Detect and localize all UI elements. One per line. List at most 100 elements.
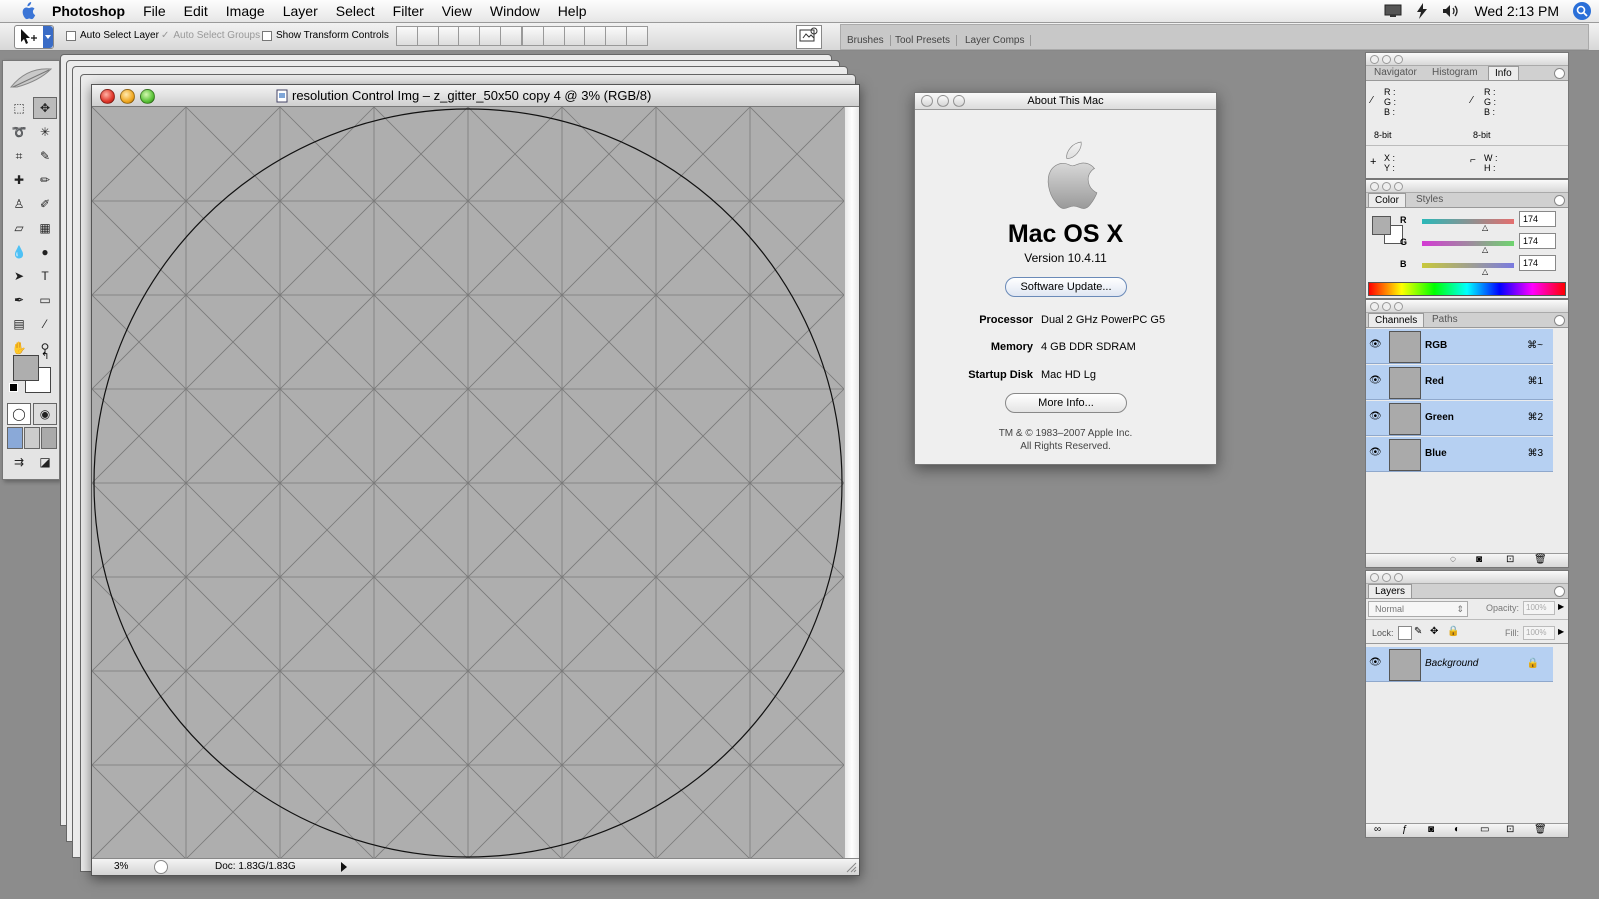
distribute-right-button[interactable] <box>626 26 648 46</box>
menu-edit[interactable]: Edit <box>175 0 217 22</box>
menu-layer[interactable]: Layer <box>274 0 327 22</box>
distribute-left-button[interactable] <box>584 26 606 46</box>
well-tab-layer-comps[interactable]: Layer Comps <box>959 35 1032 46</box>
align-left-button[interactable] <box>458 26 480 46</box>
auto-select-layer-checkbox[interactable]: Auto Select Layer <box>66 30 159 41</box>
resize-grip-icon[interactable] <box>845 861 857 873</box>
menu-select[interactable]: Select <box>327 0 384 22</box>
trash-icon[interactable]: 🗑 <box>1534 824 1547 835</box>
align-bottom-button[interactable] <box>438 26 460 46</box>
pen-tool-icon[interactable]: ✒ <box>7 289 31 311</box>
menu-image[interactable]: Image <box>217 0 274 22</box>
sync-icon[interactable] <box>1416 3 1428 19</box>
crop-tool-icon[interactable]: ⌗ <box>7 145 31 167</box>
palette-titlebar[interactable] <box>1366 53 1568 66</box>
tool-preset-picker[interactable] <box>14 25 54 49</box>
blur-tool-icon[interactable]: 💧 <box>7 241 31 263</box>
auto-select-groups-checkbox[interactable]: ✓ Auto Select Groups <box>161 30 260 41</box>
menu-window[interactable]: Window <box>481 0 549 22</box>
document-proxy-icon[interactable] <box>276 89 288 103</box>
palette-titlebar[interactable] <box>1366 300 1568 313</box>
green-value-input[interactable]: 174 <box>1519 233 1556 249</box>
lock-all-icon[interactable]: 🔒 <box>1447 626 1459 637</box>
version-cue-icon[interactable] <box>154 860 168 874</box>
slider-track[interactable] <box>1422 241 1514 246</box>
palette-menu-icon[interactable] <box>1554 586 1565 597</box>
eye-icon[interactable]: 👁 <box>1369 339 1383 351</box>
document-window[interactable]: resolution Control Img – z_gitter_50x50 … <box>91 84 860 876</box>
palette-menu-icon[interactable] <box>1554 68 1565 79</box>
zoom-button[interactable] <box>1394 573 1403 582</box>
fill-arrow-icon[interactable]: ▶ <box>1558 627 1564 636</box>
tab-color[interactable]: Color <box>1368 193 1406 207</box>
type-tool-icon[interactable]: T <box>33 265 57 287</box>
channel-row-rgb[interactable]: 👁 RGB ⌘~ <box>1366 329 1553 364</box>
palette-titlebar[interactable] <box>1366 571 1568 584</box>
zoom-button[interactable] <box>1394 302 1403 311</box>
menu-help[interactable]: Help <box>549 0 596 22</box>
trash-icon[interactable]: 🗑 <box>1534 554 1547 565</box>
close-button[interactable] <box>1370 55 1379 64</box>
magic-wand-tool-icon[interactable]: ✳ <box>33 121 57 143</box>
eye-icon[interactable]: 👁 <box>1369 657 1383 669</box>
full-screen-menu-icon[interactable] <box>24 427 40 449</box>
slider-thumb-icon[interactable]: △ <box>1482 267 1488 276</box>
menu-file[interactable]: File <box>134 0 175 22</box>
channel-row-blue[interactable]: 👁 Blue ⌘3 <box>1366 437 1553 472</box>
color-ramp[interactable] <box>1368 282 1566 296</box>
distribute-top-button[interactable] <box>522 26 544 46</box>
align-top-button[interactable] <box>396 26 418 46</box>
marquee-tool-icon[interactable]: ⬚ <box>7 97 31 119</box>
checkbox-box[interactable] <box>66 30 76 41</box>
move-tool-icon[interactable]: ✥ <box>33 97 57 119</box>
add-mask-icon[interactable]: ◙ <box>1428 824 1434 835</box>
path-selection-tool-icon[interactable]: ➤ <box>7 265 31 287</box>
menu-app-name[interactable]: Photoshop <box>48 3 134 19</box>
menu-view[interactable]: View <box>433 0 481 22</box>
about-titlebar[interactable]: About This Mac <box>915 93 1216 110</box>
lock-transparency-icon[interactable] <box>1398 626 1412 640</box>
standard-screen-icon[interactable] <box>7 427 23 449</box>
tab-histogram[interactable]: Histogram <box>1432 67 1478 78</box>
well-tab-tool-presets[interactable]: Tool Presets <box>889 35 958 46</box>
slider-track[interactable] <box>1422 219 1514 224</box>
slider-thumb-icon[interactable]: △ <box>1482 245 1488 254</box>
link-layers-icon[interactable]: ∞ <box>1374 824 1381 835</box>
zoom-button[interactable] <box>1394 55 1403 64</box>
spotlight-icon[interactable] <box>1573 2 1591 20</box>
tab-styles[interactable]: Styles <box>1416 194 1443 205</box>
display-icon[interactable] <box>1384 4 1402 18</box>
chevron-down-icon[interactable] <box>43 26 53 48</box>
align-hcenter-button[interactable] <box>479 26 501 46</box>
eye-icon[interactable]: 👁 <box>1369 375 1383 387</box>
blend-mode-select[interactable]: Normal ⇕ <box>1368 601 1468 617</box>
dodge-tool-icon[interactable]: ● <box>33 241 57 263</box>
full-screen-icon[interactable] <box>41 427 57 449</box>
tab-layers[interactable]: Layers <box>1368 584 1413 598</box>
slider-thumb-icon[interactable]: △ <box>1482 223 1488 232</box>
healing-brush-tool-icon[interactable]: ✚ <box>7 169 31 191</box>
tab-paths[interactable]: Paths <box>1432 314 1458 325</box>
more-info-button[interactable]: More Info... <box>1005 393 1127 413</box>
file-browser-button[interactable] <box>796 25 822 49</box>
eyedropper-tool-icon[interactable]: ⁄ <box>33 313 57 335</box>
zoom-button[interactable] <box>953 95 965 107</box>
layer-style-icon[interactable]: ƒ <box>1402 824 1408 835</box>
adjustment-layer-icon[interactable]: ◐ <box>1454 824 1460 835</box>
notes-tool-icon[interactable]: ▤ <box>7 313 31 335</box>
zoom-level[interactable]: 3% <box>114 861 128 872</box>
foreground-color-swatch[interactable] <box>13 355 39 381</box>
red-value-input[interactable]: 174 <box>1519 211 1556 227</box>
channel-row-red[interactable]: 👁 Red ⌘1 <box>1366 365 1553 400</box>
volume-icon[interactable] <box>1442 4 1460 18</box>
apple-menu-icon[interactable] <box>18 2 36 20</box>
edit-in-imageready-icon[interactable]: ◪ <box>33 451 57 473</box>
show-transform-controls-checkbox[interactable]: Show Transform Controls <box>262 30 389 41</box>
minimize-button[interactable] <box>937 95 949 107</box>
layer-row-background[interactable]: 👁 Background 🔒 <box>1366 647 1553 682</box>
zoom-button[interactable] <box>140 89 155 104</box>
history-brush-tool-icon[interactable]: ✐ <box>33 193 57 215</box>
minimize-button[interactable] <box>1382 182 1391 191</box>
jump-to-imageready-icon[interactable]: ⇉ <box>7 451 31 473</box>
align-right-button[interactable] <box>500 26 522 46</box>
